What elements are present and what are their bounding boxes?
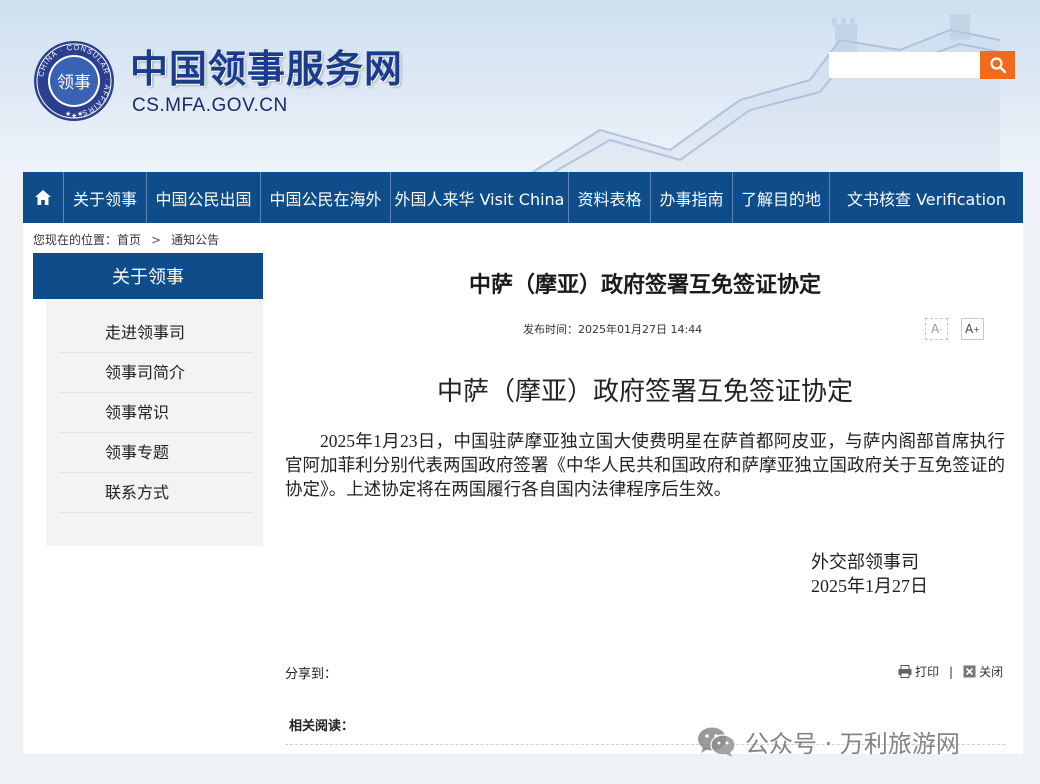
nav-item-forms[interactable]: 资料表格	[569, 172, 651, 223]
signature-date: 2025年1月27日	[811, 576, 928, 596]
share-label: 分享到：	[285, 667, 338, 682]
home-icon	[35, 190, 51, 205]
sidebar-item-enter-department[interactable]: 走进领事司	[59, 313, 253, 353]
nav-item-citizens-overseas[interactable]: 中国公民在海外	[261, 172, 391, 223]
search-button[interactable]	[980, 51, 1015, 79]
breadcrumb: 您现在的位置：首页 > 通知公告	[33, 231, 219, 248]
breadcrumb-prefix: 您现在的位置：	[33, 233, 118, 247]
nav-item-visit-china[interactable]: 外国人来华 Visit China	[391, 172, 569, 223]
content-panel: 您现在的位置：首页 > 通知公告 关于领事 走进领事司 领事司简介 领事常识 领事专…	[23, 223, 1023, 754]
site-header: CHINA · CONSULAR · AFFAIRS 领事 ★ ★ ★ 中国领事服务…	[0, 0, 1040, 172]
font-larger-label: A	[965, 322, 974, 336]
site-domain: CS.MFA.GOV.CN	[132, 95, 288, 116]
breadcrumb-separator: >	[151, 233, 162, 247]
search-icon	[989, 57, 1006, 74]
print-button[interactable]: 打印	[898, 663, 939, 680]
breadcrumb-home-link[interactable]: 首页	[117, 231, 141, 248]
nav-item-citizens-going-abroad[interactable]: 中国公民出国	[147, 172, 261, 223]
content-heading: 中萨（摩亚）政府签署互免签证协定	[436, 377, 853, 407]
sidebar-item-contact[interactable]: 联系方式	[59, 473, 253, 513]
tools-separator: |	[949, 664, 954, 679]
article-title: 中萨（摩亚）政府签署互免签证协定	[468, 272, 821, 298]
search-input[interactable]	[829, 52, 980, 78]
content-paragraph: 2025年1月23日，中国驻萨摩亚独立国大使费明星在萨首都阿皮亚，与萨内阁部首席…	[285, 431, 1005, 499]
signature-department: 外交部领事司	[811, 552, 919, 572]
sidebar-item-consular-topics[interactable]: 领事专题	[59, 433, 253, 473]
breadcrumb-current[interactable]: 通知公告	[171, 231, 219, 248]
sidebar-title: 关于领事	[33, 253, 263, 299]
font-smaller-label: A	[930, 322, 940, 336]
watermark-text: 公众号 · 万利旅游网	[745, 730, 960, 758]
great-wall-background	[530, 14, 1000, 172]
publish-time-value: 2025年01月27日 14:44	[578, 323, 703, 336]
wechat-icon	[698, 727, 736, 757]
article-tools: 打印 | 关闭	[898, 663, 1003, 680]
font-smaller-button[interactable]: A-	[925, 318, 948, 340]
close-button[interactable]: 关闭	[963, 663, 1003, 680]
close-label: 关闭	[979, 665, 1004, 679]
wechat-watermark: 公众号 · 万利旅游网	[697, 724, 960, 759]
close-icon	[963, 665, 976, 678]
nav-item-destinations[interactable]: 了解目的地	[733, 172, 830, 223]
print-icon	[898, 665, 912, 678]
svg-text:领事: 领事	[57, 73, 91, 93]
sidebar-item-department-intro[interactable]: 领事司简介	[59, 353, 253, 393]
publish-time: 发布时间：2025年01月27日 14:44	[523, 321, 702, 337]
site-title: 中国领事服务网	[130, 46, 404, 91]
main-nav: 关于领事 中国公民出国 中国公民在海外 外国人来华 Visit China 资料…	[23, 172, 1023, 223]
svg-text:★: ★	[77, 110, 83, 118]
sidebar-item-consular-knowledge[interactable]: 领事常识	[59, 393, 253, 433]
nav-item-service-guide[interactable]: 办事指南	[651, 172, 733, 223]
nav-home-button[interactable]	[23, 172, 64, 223]
nav-item-about-consular[interactable]: 关于领事	[64, 172, 147, 223]
nav-item-verification[interactable]: 文书核查 Verification	[830, 172, 1023, 223]
sidebar-menu: 走进领事司 领事司简介 领事常识 领事专题 联系方式	[59, 313, 253, 513]
consular-affairs-logo: CHINA · CONSULAR · AFFAIRS 领事 ★ ★ ★	[34, 41, 114, 121]
font-larger-button[interactable]: A +	[961, 318, 984, 340]
print-label: 打印	[915, 665, 940, 679]
publish-time-label: 发布时间：	[523, 323, 578, 336]
related-reading-label: 相关阅读：	[289, 719, 355, 734]
